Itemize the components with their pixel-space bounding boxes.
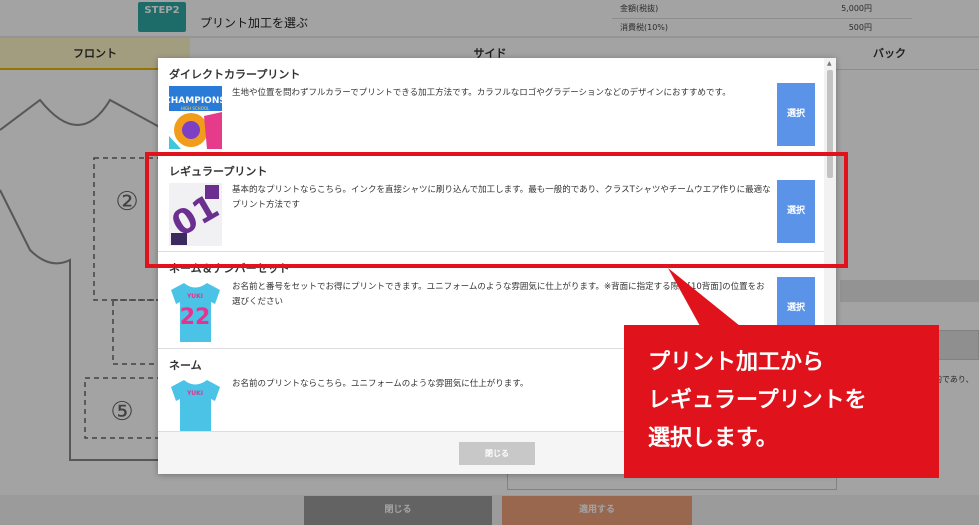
scroll-up-icon[interactable]: ▲ (827, 60, 832, 67)
thumbnail-text: CHAMPIONS (169, 96, 222, 106)
thumbnail: YUKI (169, 377, 222, 431)
instruction-callout: プリント加工から レギュラープリントを 選択します。 (624, 325, 939, 478)
thumbnail-subtext: HIGH SCHOOL (181, 106, 210, 111)
modal-close-button[interactable]: 閉じる (459, 442, 535, 465)
item-description: お名前と番号をセットでお得にプリントできます。ユニフォームのような雰囲気に仕上が… (232, 282, 765, 307)
thumbnail: YUKI 22 (169, 280, 222, 343)
callout-line: 選択します。 (648, 426, 778, 451)
thumbnail-name: YUKI (186, 293, 203, 300)
item-description: 生地や位置を問わずフルカラーでプリントできる加工方法です。カラフルなロゴやグラデ… (232, 88, 731, 98)
item-title: ダイレクトカラープリント (169, 68, 301, 81)
list-item: ダイレクトカラープリント CHAMPIONS HIGH SCHOOL 生地や位置… (158, 58, 824, 155)
thumbnail-name: YUKI (186, 390, 203, 397)
callout-line: プリント加工から (648, 350, 825, 375)
callout-line: レギュラープリントを (648, 388, 867, 413)
highlight-box (145, 152, 848, 268)
thumbnail-number: 22 (180, 305, 211, 330)
item-title: ネーム (169, 359, 202, 372)
thumbnail: CHAMPIONS HIGH SCHOOL (169, 86, 222, 149)
select-button[interactable]: 選択 (777, 83, 815, 146)
